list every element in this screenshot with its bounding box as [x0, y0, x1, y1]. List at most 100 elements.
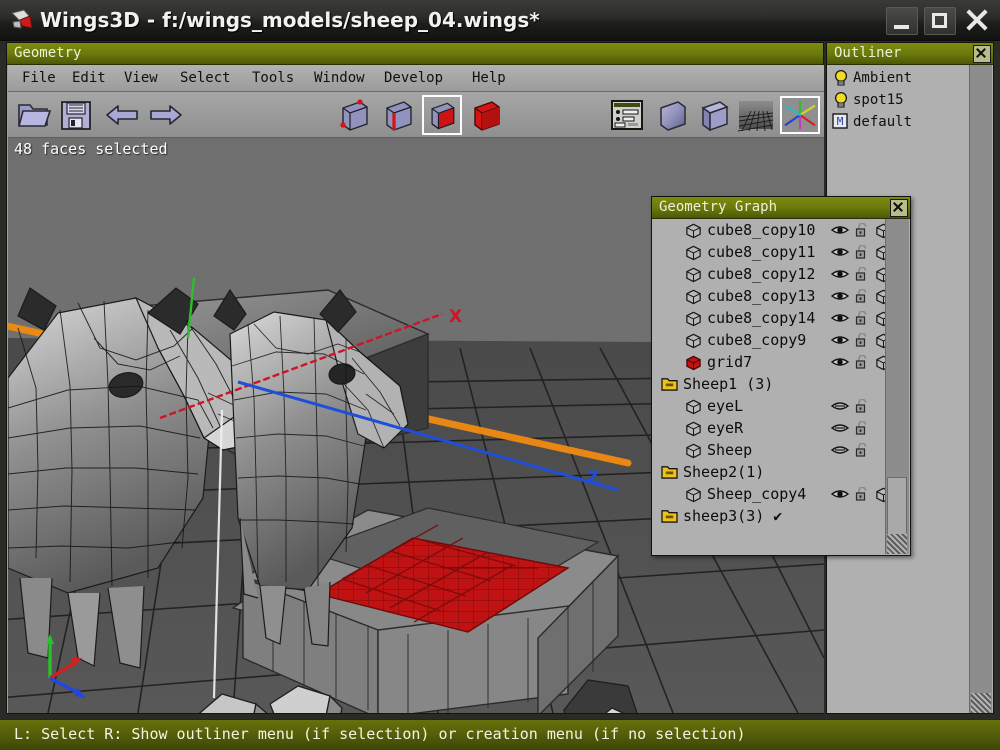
geometry-graph-item-label: Sheep: [707, 441, 753, 459]
body-select-mode[interactable]: [466, 95, 506, 135]
show-axes-icon[interactable]: [780, 96, 820, 134]
lock-unlocked-icon[interactable]: [855, 267, 869, 281]
geometry-graph-row[interactable]: Sheep1 (3): [653, 373, 887, 395]
lock-unlocked-icon[interactable]: [855, 355, 869, 369]
visibility-eye-open-icon[interactable]: [831, 334, 849, 346]
save-floppy-icon[interactable]: [58, 97, 94, 133]
lock-unlocked-icon[interactable]: [855, 311, 869, 325]
wire-cube-icon[interactable]: [685, 222, 702, 239]
menu-item-develop[interactable]: Develop: [378, 67, 449, 89]
visibility-eye-closed-icon[interactable]: [831, 400, 849, 412]
geometry-graph-scrollbar[interactable]: [885, 219, 909, 554]
menu-item-view[interactable]: View: [118, 67, 164, 89]
folder-icon[interactable]: [661, 508, 678, 523]
outliner-item-default[interactable]: Mdefault: [827, 111, 971, 133]
lock-unlocked-icon[interactable]: [855, 333, 869, 347]
outliner-item-label: default: [853, 114, 913, 130]
wire-cube-icon[interactable]: [685, 486, 702, 503]
smooth-shade-icon[interactable]: [654, 97, 690, 133]
visibility-eye-open-icon[interactable]: [831, 224, 849, 236]
geometry-graph-row[interactable]: eyeR: [653, 417, 887, 439]
outliner-resize-grip[interactable]: [971, 693, 991, 713]
menu-item-edit[interactable]: Edit: [66, 67, 112, 89]
outliner-item-ambient[interactable]: Ambient: [827, 67, 971, 89]
menu-item-tools[interactable]: Tools: [246, 67, 300, 89]
lock-unlocked-icon[interactable]: [855, 399, 869, 413]
flat-shade-icon[interactable]: [696, 97, 732, 133]
lock-unlocked-icon[interactable]: [855, 487, 869, 501]
wire-cube-icon[interactable]: [685, 244, 702, 261]
face-select-mode[interactable]: [422, 95, 462, 135]
light-bulb-icon: [832, 91, 850, 109]
axis-label-z: Z: [587, 468, 600, 488]
geometry-graph-item-label: sheep3(3) ✔: [683, 507, 783, 525]
visibility-eye-open-icon[interactable]: [831, 290, 849, 302]
lock-unlocked-icon[interactable]: [855, 421, 869, 435]
geometry-graph-row[interactable]: sheep3(3) ✔: [653, 505, 887, 527]
wire-cube-icon[interactable]: [685, 266, 702, 283]
redo-right-arrow-icon[interactable]: [148, 97, 184, 133]
geometry-graph-resize-grip[interactable]: [887, 534, 907, 554]
geometry-graph-row[interactable]: grid7: [653, 351, 887, 373]
lock-unlocked-icon[interactable]: [855, 223, 869, 237]
geometry-graph-item-label: eyeL: [707, 397, 744, 415]
wire-cube-icon[interactable]: [685, 310, 702, 327]
undo-left-arrow-icon[interactable]: [104, 97, 140, 133]
minimize-button[interactable]: [886, 7, 918, 35]
geometry-graph-row[interactable]: cube8_copy10: [653, 219, 887, 241]
geometry-graph-item-label: cube8_copy14: [707, 309, 816, 327]
visibility-eye-open-icon[interactable]: [831, 268, 849, 280]
geometry-graph-row[interactable]: cube8_copy11: [653, 241, 887, 263]
geometry-graph-list: cube8_copy10 cube8_copy11 cube8_copy12cube…: [653, 219, 887, 554]
preferences-icon[interactable]: [610, 98, 644, 132]
outliner-item-spot15[interactable]: spot15: [827, 89, 971, 111]
edge-select-mode[interactable]: [378, 95, 418, 135]
geometry-graph-item-label: Sheep2(1): [683, 463, 765, 481]
lock-unlocked-icon[interactable]: [855, 245, 869, 259]
outliner-close-icon[interactable]: [973, 45, 991, 63]
geometry-graph-close-icon[interactable]: [890, 199, 908, 217]
folder-icon[interactable]: [661, 464, 678, 479]
close-button[interactable]: [962, 7, 992, 33]
visibility-eye-open-icon[interactable]: [831, 488, 849, 500]
wire-cube-icon[interactable]: [685, 420, 702, 437]
visibility-eye-open-icon[interactable]: [831, 356, 849, 368]
wire-cube-icon[interactable]: [685, 332, 702, 349]
menu-item-window[interactable]: Window: [308, 67, 371, 89]
geometry-graph-row[interactable]: Sheep2(1): [653, 461, 887, 483]
geometry-graph-item-label: cube8_copy13: [707, 287, 816, 305]
menu-item-select[interactable]: Select: [174, 67, 237, 89]
wire-cube-icon[interactable]: [685, 442, 702, 459]
wireframe-grid-icon[interactable]: [738, 97, 774, 133]
vertex-select-mode[interactable]: [334, 95, 374, 135]
geometry-graph-row[interactable]: cube8_copy14: [653, 307, 887, 329]
geometry-graph-row[interactable]: Sheep_copy4: [653, 483, 887, 505]
geometry-graph-window: Geometry Graph cube8_copy10 cube8_copy11 c…: [651, 196, 911, 556]
geometry-graph-row[interactable]: cube8_copy9: [653, 329, 887, 351]
menu-item-help[interactable]: Help: [466, 67, 512, 89]
geometry-graph-row[interactable]: cube8_copy13: [653, 285, 887, 307]
maximize-button[interactable]: [924, 7, 956, 35]
geometry-graph-item-label: eyeR: [707, 419, 744, 437]
outliner-panel-title: Outliner: [827, 43, 993, 65]
geometry-graph-row[interactable]: Sheep: [653, 439, 887, 461]
wire-cube-icon[interactable]: [685, 288, 702, 305]
red-cube-icon[interactable]: [685, 354, 702, 371]
status-bar-text: L: Select R: Show outliner menu (if sele…: [14, 725, 746, 743]
visibility-eye-open-icon[interactable]: [831, 312, 849, 324]
geometry-graph-scroll-thumb[interactable]: [887, 477, 907, 537]
folder-icon[interactable]: [661, 376, 678, 391]
geometry-graph-row[interactable]: eyeL: [653, 395, 887, 417]
outliner-scrollbar[interactable]: [969, 65, 992, 713]
lock-unlocked-icon[interactable]: [855, 289, 869, 303]
visibility-eye-closed-icon[interactable]: [831, 422, 849, 434]
visibility-eye-closed-icon[interactable]: [831, 444, 849, 456]
lock-unlocked-icon[interactable]: [855, 443, 869, 457]
wings3d-application-window: Wings3D - f:/wings_models/sheep_04.wings…: [0, 0, 1000, 750]
outliner-title-text: Outliner: [834, 45, 902, 61]
visibility-eye-open-icon[interactable]: [831, 246, 849, 258]
open-folder-icon[interactable]: [16, 97, 52, 133]
wire-cube-icon[interactable]: [685, 398, 702, 415]
menu-item-file[interactable]: File: [16, 67, 62, 89]
geometry-graph-row[interactable]: cube8_copy12: [653, 263, 887, 285]
